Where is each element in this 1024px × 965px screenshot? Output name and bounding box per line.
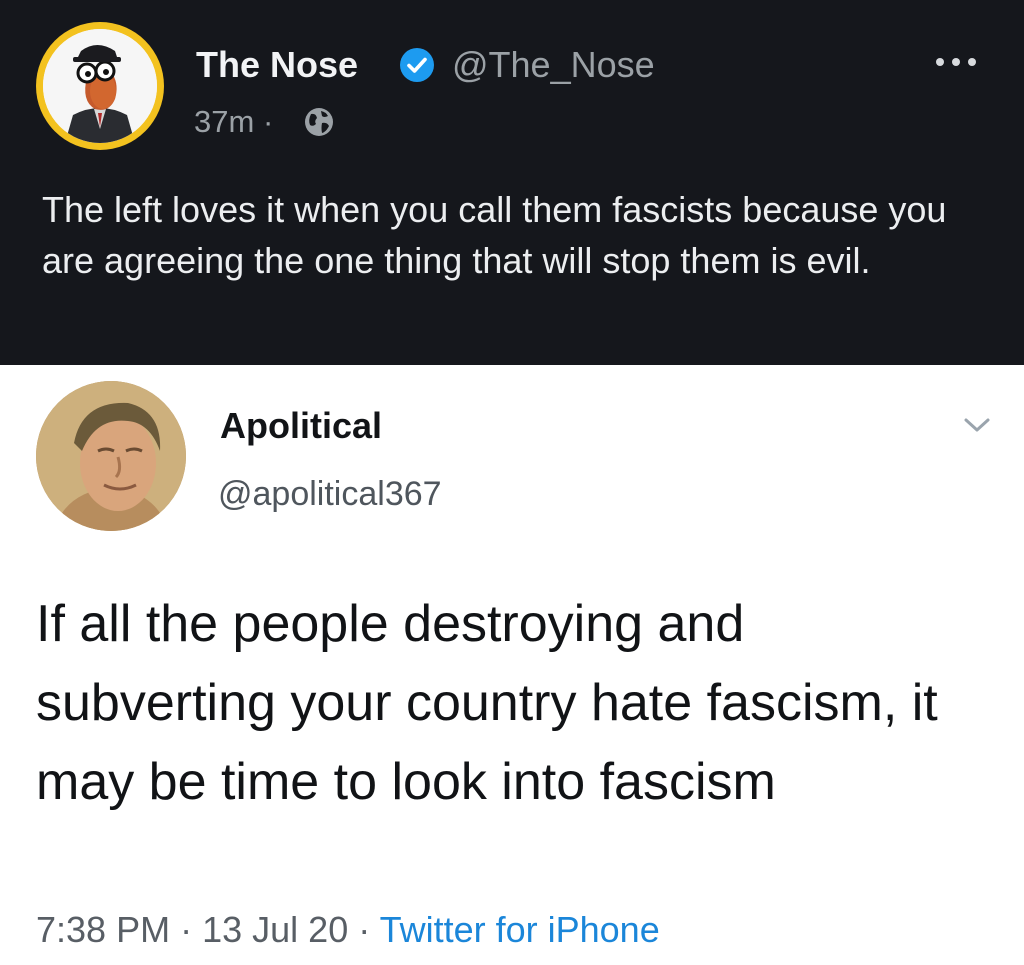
author-name[interactable]: Apolitical: [220, 405, 382, 447]
verified-badge-icon: [400, 48, 434, 82]
tweet-text: If all the people destroying and subvert…: [36, 595, 938, 811]
author-handle[interactable]: @The_Nose: [452, 44, 655, 86]
tweet-meta: 7:38 PM · 13 Jul 20 · Twitter for iPhone: [36, 909, 660, 951]
author-name[interactable]: The Nose: [196, 44, 358, 86]
more-options-icon[interactable]: [933, 52, 979, 72]
globe-icon: [305, 108, 333, 136]
tweet-date[interactable]: 13 Jul 20: [202, 909, 348, 950]
chevron-down-icon[interactable]: [962, 415, 992, 435]
tweet-source-link[interactable]: Twitter for iPhone: [380, 909, 660, 950]
tweet-text: The left loves it when you call them fas…: [42, 189, 947, 281]
embedded-tweet[interactable]: Apolitical @apolitical367 If all the peo…: [0, 365, 1024, 965]
quote-tweet: The Nose @The_Nose 37m · The left loves …: [0, 0, 1024, 365]
separator-dot: ·: [358, 909, 371, 950]
avatar-apolitical[interactable]: [36, 381, 186, 531]
author-handle[interactable]: @apolitical367: [218, 475, 442, 514]
separator-dot: ·: [262, 104, 274, 139]
separator-dot: ·: [180, 909, 193, 950]
time-label: 37m: [194, 104, 255, 139]
tweet-time[interactable]: 7:38 PM: [36, 909, 170, 950]
timestamp[interactable]: 37m ·: [194, 104, 273, 140]
avatar-the-nose[interactable]: [36, 22, 164, 150]
